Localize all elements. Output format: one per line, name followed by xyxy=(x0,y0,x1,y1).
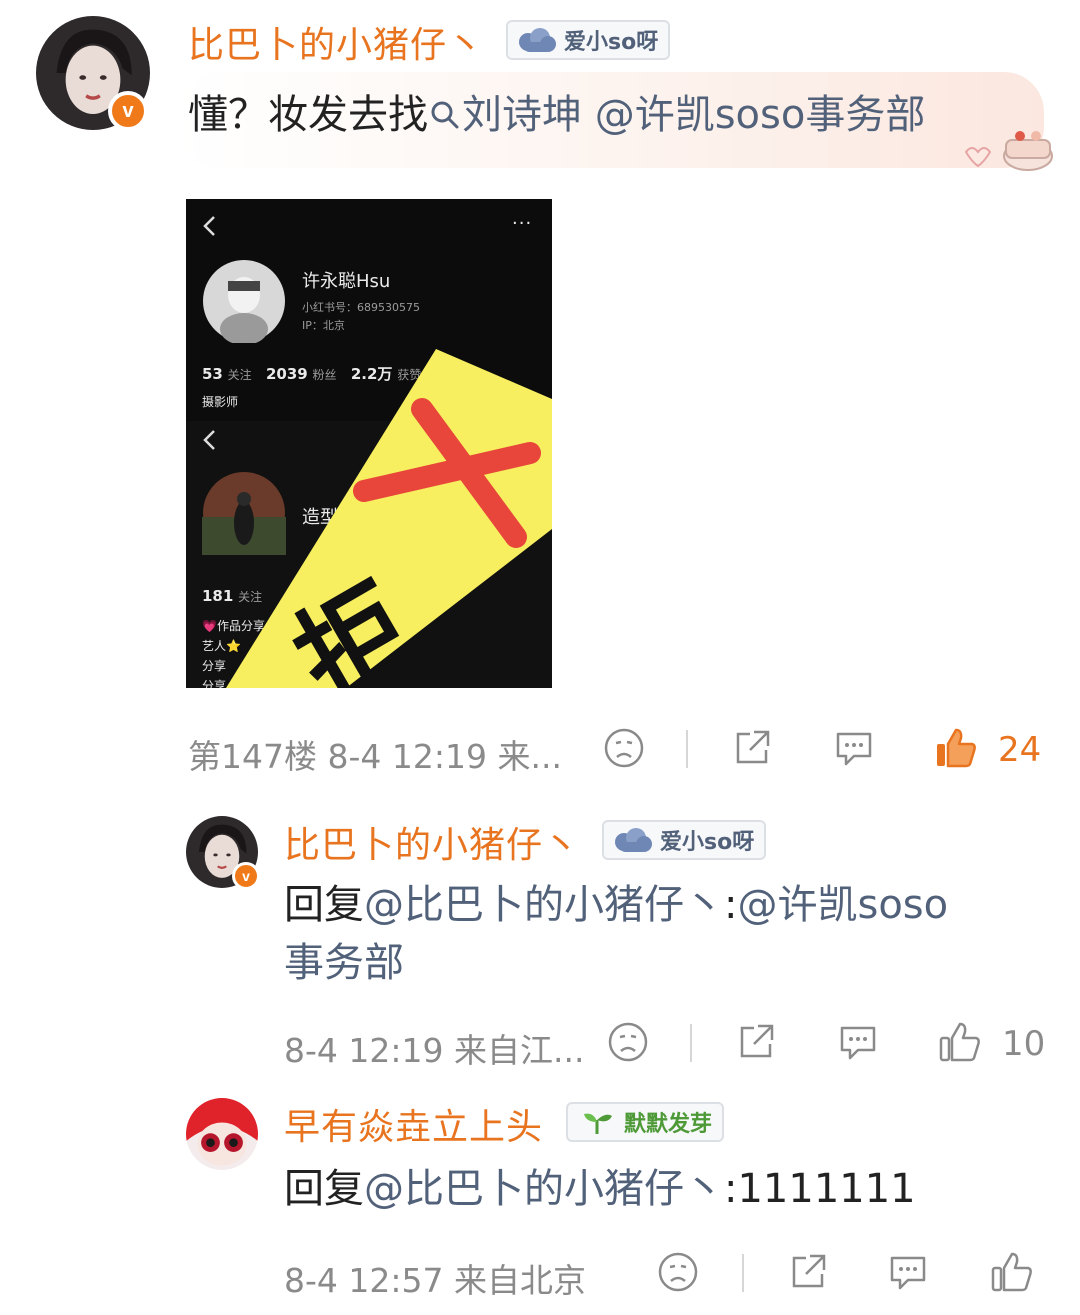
comment-meta: 第147楼 8-4 12:19 来... xyxy=(188,730,562,778)
like-count: 10 xyxy=(1002,1024,1046,1064)
mention-link[interactable]: @许凯soso xyxy=(737,882,948,928)
reply-to-link[interactable]: @比巴卜的小猪仔丶 xyxy=(364,1166,724,1212)
reply-colon: : xyxy=(724,1166,738,1212)
fan-badge[interactable]: 爱小so呀 xyxy=(506,20,671,60)
reply-text-line2: 事务部 xyxy=(284,934,404,992)
reply-text: 回复@比巴卜的小猪仔丶:@许凯soso xyxy=(284,876,948,934)
timestamp: 8-4 12:19 xyxy=(327,737,488,776)
comment-meta: 8-4 12:19 来自江... xyxy=(284,1024,584,1072)
username[interactable]: 比巴卜的小猪仔丶 xyxy=(188,16,484,68)
divider xyxy=(690,1024,692,1062)
mention-link[interactable]: @许凯soso事务部 xyxy=(595,92,926,138)
floor-number: 第147楼 xyxy=(188,737,317,776)
comment-icon[interactable] xyxy=(838,1022,878,1062)
reply-colon: : xyxy=(724,882,738,928)
share-icon[interactable] xyxy=(736,1022,776,1062)
cloud-icon xyxy=(519,28,556,52)
fan-badge-label: 爱小so呀 xyxy=(564,30,659,55)
share-icon[interactable] xyxy=(732,728,772,768)
search-icon xyxy=(431,101,459,129)
reply-text: 回复@比巴卜的小猪仔丶:1111111 xyxy=(284,1160,916,1218)
divider xyxy=(686,730,688,768)
comment-meta: 8-4 12:57 来自北京 xyxy=(284,1254,586,1302)
thumbs-up-icon[interactable] xyxy=(938,1020,982,1064)
reply-body: 1111111 xyxy=(737,1166,916,1212)
timestamp: 8-4 12:57 xyxy=(284,1261,444,1300)
fan-badge[interactable]: 默默发芽 xyxy=(566,1102,725,1142)
avatar[interactable] xyxy=(186,1098,258,1170)
timestamp: 8-4 12:19 xyxy=(284,1031,444,1070)
location: 来... xyxy=(497,737,562,776)
location: 来自江... xyxy=(454,1031,585,1070)
cloud-icon xyxy=(615,828,652,852)
comment-icon[interactable] xyxy=(834,728,874,768)
comment-icon[interactable] xyxy=(888,1252,928,1292)
reply-to-link[interactable]: @比巴卜的小猪仔丶 xyxy=(364,882,724,928)
mention-link[interactable]: 事务部 xyxy=(284,940,404,986)
username[interactable]: 比巴卜的小猪仔丶 xyxy=(284,816,580,868)
verified-badge-icon: v xyxy=(108,91,148,131)
divider xyxy=(742,1254,744,1292)
share-icon[interactable] xyxy=(788,1252,828,1292)
dislike-face-icon[interactable] xyxy=(608,1022,648,1062)
dislike-face-icon[interactable] xyxy=(604,728,644,768)
comment-text: 懂？妆发去找 刘诗坤 @许凯soso事务部 xyxy=(188,86,925,144)
verified-badge-icon: v xyxy=(232,862,260,890)
search-link[interactable]: 刘诗坤 xyxy=(462,92,582,138)
fan-badge-label: 爱小so呀 xyxy=(660,830,755,855)
fan-badge[interactable]: 爱小so呀 xyxy=(602,820,767,860)
dislike-face-icon[interactable] xyxy=(658,1252,698,1292)
location: 来自北京 xyxy=(454,1261,586,1300)
sprout-icon xyxy=(584,1113,612,1134)
username[interactable]: 早有焱垚立上头 xyxy=(284,1098,543,1150)
like-count: 24 xyxy=(998,730,1042,770)
comment-attached-image[interactable]: ··· 许永聪Hsu 小红书号：689530575 IP：北京 53 关注 20… xyxy=(186,199,552,688)
reply-prefix: 回复 xyxy=(284,1166,364,1212)
thumbs-up-icon[interactable] xyxy=(990,1250,1034,1294)
comment-text-plain: 懂？妆发去找 xyxy=(188,92,428,138)
fan-badge-label: 默默发芽 xyxy=(624,1112,713,1137)
reply-prefix: 回复 xyxy=(284,882,364,928)
cake-decoration-icon xyxy=(964,131,1053,171)
avatar-cartoon-image xyxy=(186,1098,258,1170)
thumbs-up-icon[interactable] xyxy=(934,726,978,770)
